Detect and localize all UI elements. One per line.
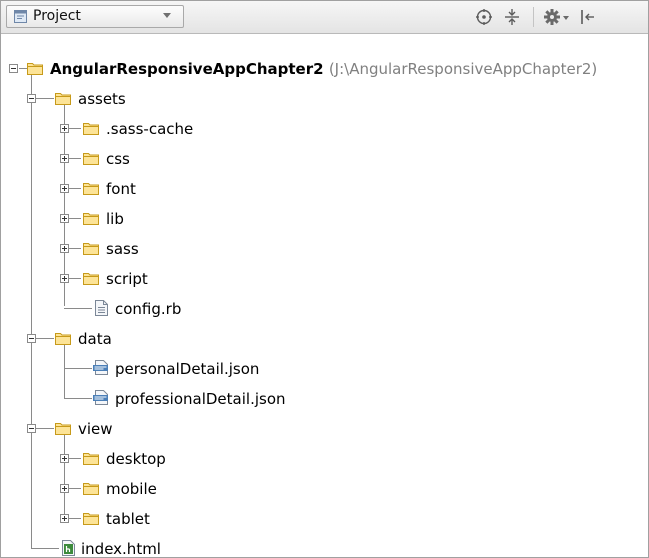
project-toolbar: Project — [1, 1, 648, 34]
tree-node-label: tablet — [106, 510, 150, 528]
folder-icon — [83, 453, 99, 465]
folder-icon — [55, 423, 71, 435]
folder-icon — [55, 333, 71, 345]
tree-node-label: view — [78, 420, 113, 438]
expand-icon[interactable] — [60, 454, 69, 463]
folder-icon — [83, 273, 99, 285]
tree-node-css[interactable]: css — [1, 144, 301, 174]
folder-icon — [83, 123, 99, 135]
view-mode-label: Project — [33, 8, 81, 24]
folder-icon — [83, 243, 99, 255]
tree-node-label: sass — [106, 240, 139, 258]
tree-node-config-rb[interactable]: config.rb — [1, 294, 301, 324]
tree-node-label: script — [106, 270, 148, 288]
text-file-icon — [95, 300, 108, 316]
locate-icon[interactable] — [475, 7, 493, 27]
expand-icon[interactable] — [60, 514, 69, 523]
collapse-all-icon[interactable] — [504, 7, 520, 27]
tree-node-professional-detail-json[interactable]: professionalDetail.json — [1, 384, 341, 414]
collapse-icon[interactable] — [27, 424, 36, 433]
tree-node-sass-cache[interactable]: .sass-cache — [1, 114, 301, 144]
dropdown-arrow-icon[interactable] — [163, 13, 171, 18]
hide-icon[interactable] — [579, 7, 595, 27]
project-view-icon — [14, 10, 27, 23]
folder-icon — [83, 213, 99, 225]
tree-node-label: index.html — [81, 540, 161, 558]
project-tool-window: Project AngularResponsiveAppChapter2 (J:… — [0, 0, 649, 558]
gear-icon[interactable] — [543, 7, 571, 27]
expand-icon[interactable] — [60, 124, 69, 133]
expand-icon[interactable] — [60, 154, 69, 163]
tree-node-label: personalDetail.json — [115, 360, 260, 378]
tree-node-label: professionalDetail.json — [115, 390, 286, 408]
tree-node-script[interactable]: script — [1, 264, 301, 294]
tree-node-font[interactable]: font — [1, 174, 301, 204]
tree-node-index-html[interactable]: index.html — [1, 534, 301, 558]
folder-icon — [27, 63, 43, 75]
folder-icon — [83, 483, 99, 495]
collapse-icon[interactable] — [27, 94, 36, 103]
tree-node-data[interactable]: data — [1, 324, 301, 354]
tree-node-label: lib — [106, 210, 124, 228]
tree-node-mobile[interactable]: mobile — [1, 474, 301, 504]
folder-icon — [83, 153, 99, 165]
tree-node-desktop[interactable]: desktop — [1, 444, 301, 474]
collapse-icon[interactable] — [27, 334, 36, 343]
project-path: (J:\AngularResponsiveAppChapter2) — [328, 60, 598, 78]
html-file-icon — [62, 540, 75, 556]
tree-node-label: css — [106, 150, 130, 168]
expand-icon[interactable] — [60, 244, 69, 253]
tree-node-label: config.rb — [115, 300, 182, 318]
expand-icon[interactable] — [60, 214, 69, 223]
project-tree: AngularResponsiveAppChapter2 (J:\Angular… — [1, 34, 648, 557]
json-file-icon — [93, 390, 108, 405]
collapse-icon[interactable] — [9, 64, 18, 73]
json-file-icon — [93, 360, 108, 375]
tree-node-sass[interactable]: sass — [1, 234, 301, 264]
tree-node-lib[interactable]: lib — [1, 204, 301, 234]
tree-node-root[interactable]: AngularResponsiveAppChapter2 (J:\Angular… — [1, 54, 648, 84]
tree-node-label: desktop — [106, 450, 166, 468]
tree-node-view[interactable]: view — [1, 414, 301, 444]
tree-node-label: assets — [78, 90, 126, 108]
folder-icon — [55, 93, 71, 105]
expand-icon[interactable] — [60, 484, 69, 493]
tree-node-label: font — [106, 180, 136, 198]
view-mode-selector[interactable]: Project — [6, 5, 184, 28]
tree-node-label: data — [78, 330, 112, 348]
expand-icon[interactable] — [60, 274, 69, 283]
tree-node-label: .sass-cache — [106, 120, 194, 138]
expand-icon[interactable] — [60, 184, 69, 193]
toolbar-separator — [533, 7, 534, 27]
folder-icon — [83, 513, 99, 525]
tree-node-label: mobile — [106, 480, 157, 498]
tree-node-label: AngularResponsiveAppChapter2 (J:\Angular… — [50, 60, 598, 78]
tree-node-tablet[interactable]: tablet — [1, 504, 301, 534]
folder-icon — [83, 183, 99, 195]
tree-node-personal-detail-json[interactable]: personalDetail.json — [1, 354, 341, 384]
tree-node-assets[interactable]: assets — [1, 84, 301, 114]
